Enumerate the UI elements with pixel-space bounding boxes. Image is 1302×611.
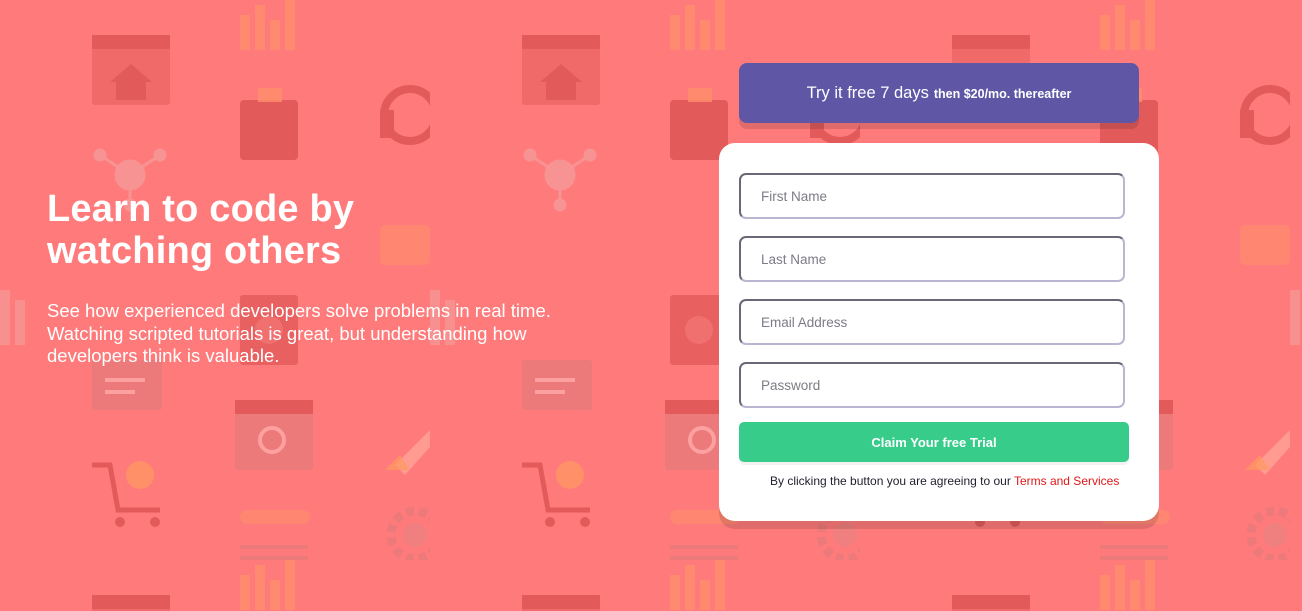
promo-main-text: Try it free 7 days: [806, 83, 929, 102]
hero-title: Learn to code by watching others: [47, 188, 355, 272]
hero-section: Learn to code by watching others See how…: [47, 188, 587, 368]
signup-form: Claim Your free Trial By clicking the bu…: [719, 143, 1159, 521]
terms-link[interactable]: Terms and Services: [1014, 474, 1119, 488]
promo-sub-text: then $20/mo. thereafter: [933, 87, 1072, 101]
promo-banner: Try it free 7 days then $20/mo. thereaft…: [739, 63, 1139, 123]
claim-trial-button[interactable]: Claim Your free Trial: [739, 422, 1129, 462]
terms-notice: By clicking the button you are agreeing …: [770, 474, 1119, 488]
first-name-input[interactable]: [739, 173, 1125, 219]
email-input[interactable]: [739, 299, 1125, 345]
password-input[interactable]: [739, 362, 1125, 408]
hero-description: See how experienced developers solve pro…: [47, 300, 551, 366]
terms-prefix: By clicking the button you are agreeing …: [770, 474, 1011, 488]
last-name-input[interactable]: [739, 236, 1125, 282]
